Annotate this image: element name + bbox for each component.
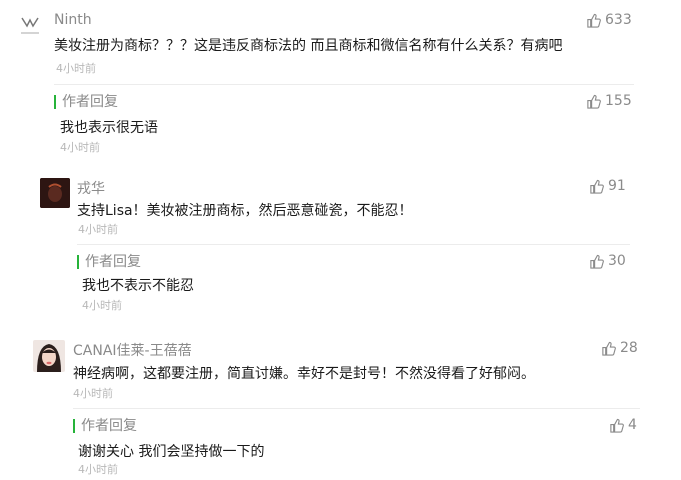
author-reply-label: 作者回复 (54, 95, 118, 109)
dark-photo-avatar-icon (40, 178, 70, 208)
like-button[interactable]: 91 (589, 178, 626, 194)
avatar (40, 178, 70, 208)
like-button[interactable]: 30 (589, 253, 626, 269)
like-count: 30 (608, 253, 626, 269)
like-button[interactable]: 633 (586, 12, 632, 28)
reply-text: 我也表示很无语 (60, 120, 158, 136)
reply-time: 4小时前 (78, 463, 118, 476)
commenter-name[interactable]: 戎华 (77, 178, 105, 198)
avatar (33, 340, 65, 372)
comment-time: 4小时前 (78, 223, 118, 236)
comment-text: 美妆注册为商标？？？这是违反商标法的 而且商标和微信名称有什么关系？有病吧 (54, 38, 563, 54)
reply-text: 谢谢关心 我们会坚持做一下的 (78, 444, 265, 460)
thumbs-up-icon (587, 13, 601, 28)
comment-time: 4小时前 (73, 387, 113, 400)
avatar (18, 14, 42, 40)
like-button[interactable]: 4 (609, 417, 637, 433)
like-count: 91 (608, 178, 626, 194)
reply-text: 我也不表示不能忍 (82, 278, 194, 294)
ninth-logo-avatar-icon (21, 17, 39, 34)
like-count: 633 (605, 12, 632, 28)
reply-time: 4小时前 (60, 141, 100, 154)
comment-text: 支持Lisa！美妆被注册商标，然后恶意碰瓷，不能忍！ (77, 203, 413, 219)
author-reply-label: 作者回复 (73, 419, 137, 433)
divider (77, 244, 630, 245)
like-button[interactable]: 28 (601, 340, 638, 356)
thumbs-up-icon (587, 94, 601, 109)
thumbs-up-icon (610, 418, 624, 433)
thumbs-up-icon (602, 341, 616, 356)
like-count: 155 (605, 93, 632, 109)
reply-time: 4小时前 (82, 299, 122, 312)
like-count: 28 (620, 340, 638, 356)
like-count: 4 (628, 417, 637, 433)
like-button[interactable]: 155 (586, 93, 632, 109)
commenter-name[interactable]: Ninth (54, 12, 92, 28)
divider (54, 84, 634, 85)
author-reply-label: 作者回复 (77, 255, 141, 269)
comment-time: 4小时前 (56, 62, 96, 75)
divider (73, 408, 640, 409)
woman-photo-avatar-icon (33, 340, 65, 372)
thumbs-up-icon (590, 254, 604, 269)
thumbs-up-icon (590, 179, 604, 194)
commenter-name[interactable]: CANAI佳莱-王蓓蓓 (73, 340, 192, 360)
comment-text: 神经病啊，这都要注册，简直讨嫌。幸好不是封号！不然没得看了好郁闷。 (73, 366, 535, 382)
